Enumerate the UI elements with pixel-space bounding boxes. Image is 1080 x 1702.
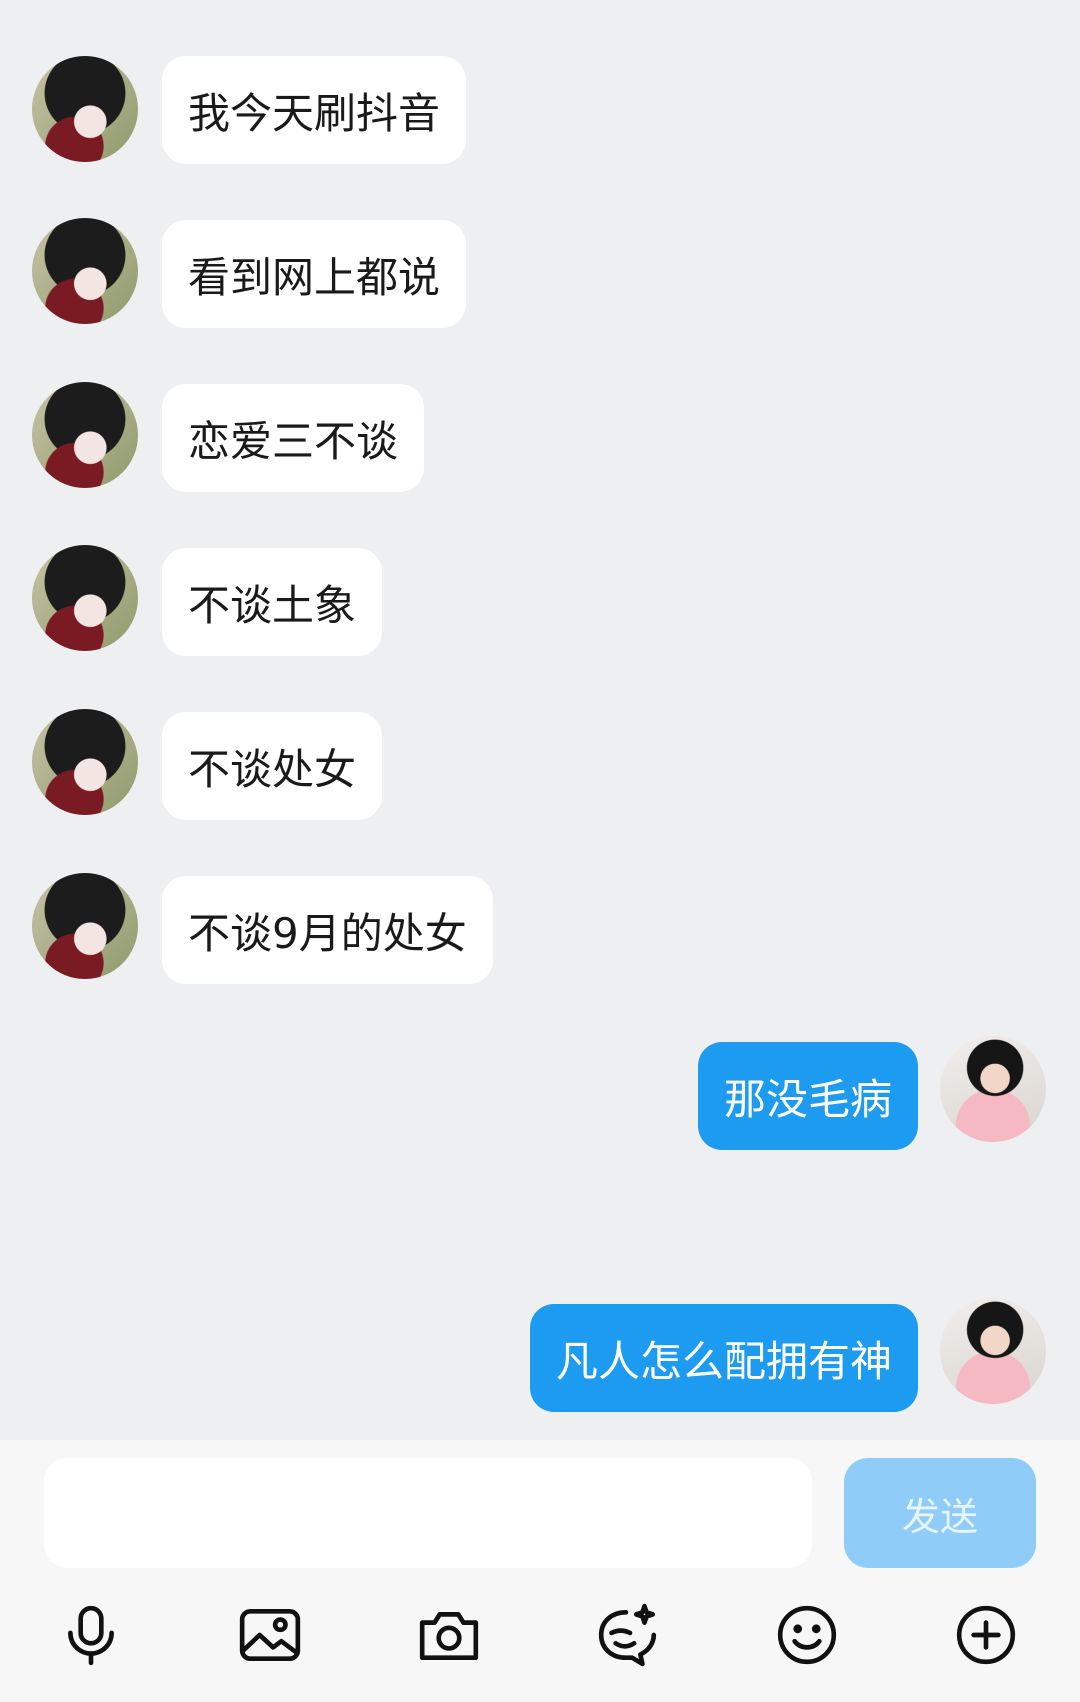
microphone-icon[interactable] [56,1600,126,1670]
incoming-message[interactable]: 我今天刷抖音 [162,56,467,164]
send-button[interactable]: 发送 [844,1458,1036,1568]
chat-area: 我今天刷抖音 看到网上都说 恋爱三不谈 不谈土象 不谈处女 不谈9月的处女 那没… [0,0,1080,1440]
image-icon[interactable] [235,1600,305,1670]
camera-icon[interactable] [414,1600,484,1670]
incoming-message[interactable]: 不谈9月的处女 [162,876,493,984]
message-input[interactable] [44,1458,812,1568]
contact-avatar[interactable] [32,382,138,488]
contact-avatar[interactable] [32,709,138,815]
my-avatar[interactable] [940,1298,1046,1404]
composer-toolbar [0,1590,1080,1680]
sticker-icon[interactable] [593,1600,663,1670]
plus-icon[interactable] [951,1600,1021,1670]
contact-avatar[interactable] [32,218,138,324]
emoji-icon[interactable] [772,1600,842,1670]
message-composer: 发送 [0,1440,1080,1702]
contact-avatar[interactable] [32,545,138,651]
incoming-message[interactable]: 恋爱三不谈 [162,384,425,492]
contact-avatar[interactable] [32,56,138,162]
my-avatar[interactable] [940,1036,1046,1142]
incoming-message[interactable]: 不谈土象 [162,548,383,656]
outgoing-message[interactable]: 凡人怎么配拥有神 [529,1304,918,1412]
incoming-message[interactable]: 看到网上都说 [162,220,467,328]
incoming-message[interactable]: 不谈处女 [162,712,383,820]
contact-avatar[interactable] [32,873,138,979]
outgoing-message[interactable]: 那没毛病 [697,1042,918,1150]
